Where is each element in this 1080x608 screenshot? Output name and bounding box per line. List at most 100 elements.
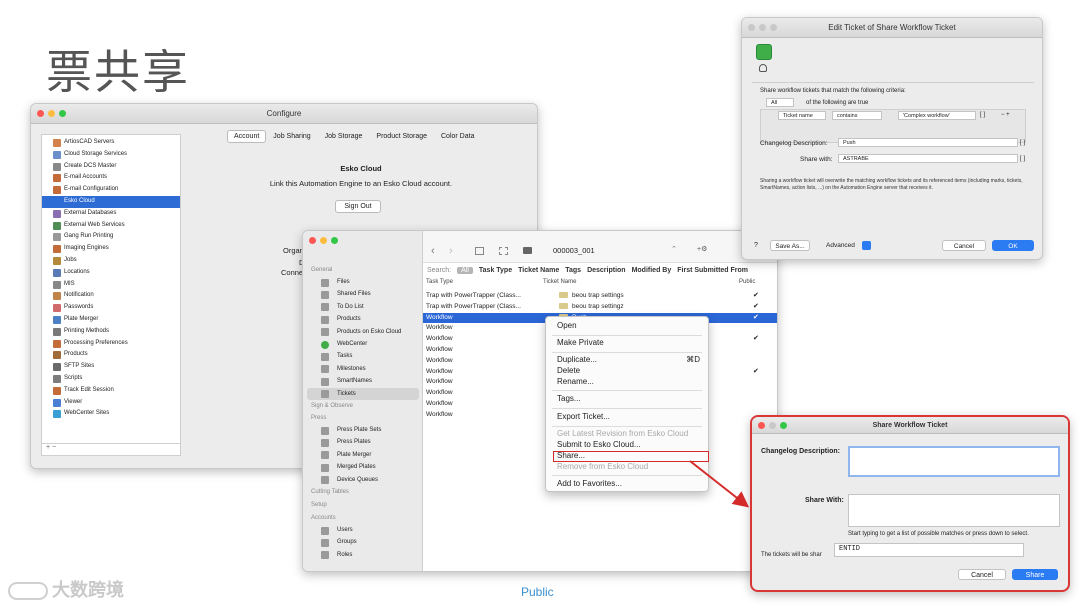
sidebar-item-groups[interactable]: Groups [307,536,419,548]
view-list-icon[interactable] [475,247,484,255]
filter-tags[interactable]: Tags [565,267,581,274]
tab-color-data[interactable]: Color Data [434,130,481,143]
cancel-button[interactable]: Cancel [958,569,1006,580]
tab-job-storage[interactable]: Job Storage [318,130,370,143]
sidebar-item-esko-cloud[interactable]: Esko Cloud [42,195,180,208]
sidebar-item-printing-methods[interactable]: Printing Methods [42,326,180,338]
zoom-button[interactable] [770,24,777,31]
share-with-input[interactable] [848,494,1060,527]
sidebar-item-files[interactable]: Files [307,276,419,288]
share-with-input[interactable]: ASTRABE [838,154,1018,163]
ok-button[interactable]: OK [992,240,1034,251]
sidebar-item-products-on-esko-cloud[interactable]: Products on Esko Cloud [307,326,419,338]
zoom-button[interactable] [331,237,338,244]
changelog-input[interactable] [848,446,1060,477]
sidebar-item-cloud-storage-services[interactable]: Cloud Storage Services [42,149,180,161]
sidebar-item-locations[interactable]: Locations [42,267,180,279]
zoom-button[interactable] [59,110,66,117]
changelog-input[interactable]: Push [838,138,1018,147]
column-public[interactable]: Public [739,279,755,285]
menu-export-ticket[interactable]: Export Ticket... [557,412,610,421]
sidebar-item-external-web-services[interactable]: External Web Services [42,220,180,232]
sidebar-item-device-queues[interactable]: Device Queues [307,474,419,486]
criteria-field-select[interactable]: Ticket name [778,111,826,120]
sidebar-item-products[interactable]: Products [307,313,419,325]
sign-out-button[interactable]: Sign Out [335,200,381,213]
filter-task-type[interactable]: Task Type [479,267,512,274]
close-button[interactable] [758,422,765,429]
sidebar-item-tasks[interactable]: Tasks [307,350,419,362]
menu-open[interactable]: Open [557,321,577,330]
criteria-operator-select[interactable]: contains [832,111,882,120]
share-with-brackets[interactable]: [ ] [1020,156,1025,162]
sidebar-item-e-mail-configuration[interactable]: E-mail Configuration [42,184,180,196]
filter-first-submitted[interactable]: First Submitted From [677,267,748,274]
sidebar-item-imaging-engines[interactable]: Imaging Engines [42,243,180,255]
sidebar-item-press-plates[interactable]: Press Plates [307,436,419,448]
menu-duplicate[interactable]: Duplicate... [557,355,597,364]
filter-ticket-name[interactable]: Ticket Name [518,267,559,274]
sidebar-item-products[interactable]: Products [42,349,180,361]
sidebar-item-viewer[interactable]: Viewer [42,397,180,409]
sidebar-item-smartnames[interactable]: SmartNames [307,375,419,387]
menu-delete[interactable]: Delete [557,366,580,375]
sidebar-item-webcenter[interactable]: WebCenter [307,338,419,350]
add-settings-icon[interactable]: +⚙ [697,245,707,253]
sidebar-item-sftp-sites[interactable]: SFTP Sites [42,361,180,373]
sidebar-item-artioscad-servers[interactable]: ArtiosCAD Servers [42,137,180,149]
sidebar-item-merged-plates[interactable]: Merged Plates [307,461,419,473]
sidebar-item-users[interactable]: Users [307,524,419,536]
sidebar-item-scripts[interactable]: Scripts [42,373,180,385]
close-button[interactable] [37,110,44,117]
criteria-value-brackets[interactable]: [ ] [980,112,985,118]
sidebar-item-processing-preferences[interactable]: Processing Preferences [42,338,180,350]
advanced-dropdown-icon[interactable] [862,241,871,250]
filter-description[interactable]: Description [587,267,626,274]
save-as-button[interactable]: Save As... [770,240,810,251]
sidebar-item-external-databases[interactable]: External Databases [42,208,180,220]
cancel-button[interactable]: Cancel [942,240,986,251]
criteria-add-remove[interactable]: − + [1001,112,1010,118]
minimize-button[interactable] [320,237,327,244]
zoom-button[interactable] [780,422,787,429]
sidebar-item-plate-merger[interactable]: Plate Merger [42,314,180,326]
tab-job-sharing[interactable]: Job Sharing [266,130,317,143]
menu-rename[interactable]: Rename... [557,377,594,386]
sidebar-item-notification[interactable]: Notification [42,290,180,302]
minimize-button[interactable] [759,24,766,31]
sidebar-item-mis[interactable]: MIS [42,279,180,291]
menu-submit-esko-cloud[interactable]: Submit to Esko Cloud... [557,440,641,449]
sidebar-item-to-do-list[interactable]: To Do List [307,301,419,313]
view-grid-icon[interactable] [499,247,508,255]
sidebar-item-roles[interactable]: Roles [307,549,419,561]
column-ticket-name[interactable]: Ticket Name [543,279,576,285]
changelog-brackets[interactable]: [ ] [1020,140,1025,146]
menu-make-private[interactable]: Make Private [557,338,604,347]
sidebar-item-shared-files[interactable]: Shared Files [307,288,419,300]
minimize-button[interactable] [48,110,55,117]
filter-modified-by[interactable]: Modified By [632,267,672,274]
help-button[interactable]: ? [754,242,758,249]
sidebar-item-create-dcs-master[interactable]: Create DCS Master [42,161,180,173]
menu-tags[interactable]: Tags... [557,394,581,403]
sidebar-item-webcenter-sites[interactable]: WebCenter Sites [42,408,180,420]
share-button[interactable]: Share [1012,569,1058,580]
criteria-value-input[interactable]: 'Complex workflow' [898,111,976,120]
sidebar-item-milestones[interactable]: Milestones [307,363,419,375]
table-row[interactable]: Trap with PowerTrapper (Class... beou tra… [423,291,777,302]
job-stepper[interactable]: ⌃ [671,245,677,253]
filter-all[interactable]: All [457,266,473,274]
server-input[interactable]: ENTID [834,543,1024,557]
quantifier-select[interactable]: All [766,98,794,107]
close-button[interactable] [309,237,316,244]
back-button[interactable]: ‹ [431,245,435,257]
tab-account[interactable]: Account [227,130,267,143]
sidebar-item-tickets[interactable]: Tickets [307,387,419,400]
sidebar-add-remove[interactable]: + − [42,443,180,455]
table-row[interactable]: Trap with PowerTrapper (Class... beou tra… [423,302,777,313]
close-button[interactable] [748,24,755,31]
sidebar-item-track-edit-session[interactable]: Track Edit Session [42,385,180,397]
forward-button[interactable]: › [449,245,453,257]
sidebar-item-jobs[interactable]: Jobs [42,255,180,267]
sidebar-item-plate-merger[interactable]: Plate Merger [307,449,419,461]
